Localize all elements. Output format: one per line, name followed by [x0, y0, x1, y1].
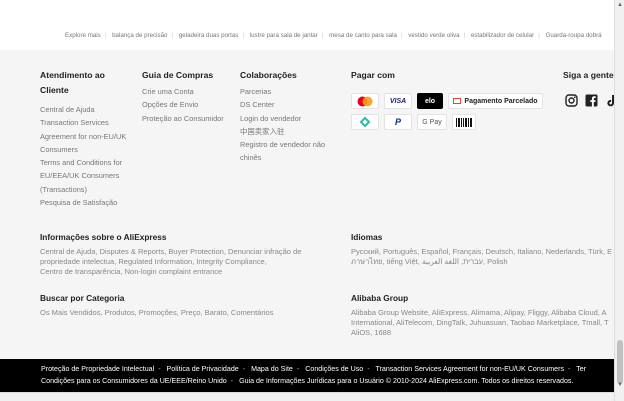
col-title: Pagar com: [351, 70, 395, 80]
legal-links-line-1: Proteção de Propriedade Intelectual - Pol…: [41, 365, 587, 373]
scroll-up-arrow-icon[interactable]: ▲: [617, 2, 623, 8]
explore-link[interactable]: lustre para sala de jantar: [250, 32, 318, 39]
legal-link[interactable]: Condições de Uso: [305, 365, 363, 373]
scroll-down-arrow-icon[interactable]: ▼: [617, 382, 623, 388]
copyright-text: © 2010-2024 AliExpress.com. Todos os dir…: [385, 377, 574, 385]
payment-row-1: VISA elo Pagamento Parcelado: [351, 93, 543, 109]
col-title: Siga a gente:: [563, 70, 614, 80]
visa-icon: VISA: [384, 93, 412, 109]
vertical-scrollbar[interactable]: ▲ ▼: [614, 0, 624, 401]
footer-col-customer-service: Atendimento ao Cliente Central de Ajuda T…: [40, 68, 140, 209]
footer-link[interactable]: Proteção ao Consumidor: [142, 112, 237, 125]
footer-link[interactable]: 中国卖家入驻: [240, 125, 345, 138]
explore-link[interactable]: balança de precisão: [112, 32, 167, 39]
footer-link[interactable]: Crie uma Conta: [142, 85, 237, 98]
paypal-icon: P: [384, 114, 412, 130]
footer-link[interactable]: Opções de Envio: [142, 98, 237, 111]
legal-link[interactable]: Política de Privacidade: [167, 365, 239, 373]
col-title: Colaborações: [240, 70, 297, 80]
scroll-thumb[interactable]: [617, 340, 623, 384]
legal-link[interactable]: Proteção de Propriedade Intelectual: [41, 365, 154, 373]
footer-link[interactable]: Login do vendedor: [240, 112, 345, 125]
explore-link[interactable]: mesa de canto para sala: [329, 32, 397, 39]
footer-link[interactable]: Central de Ajuda: [40, 103, 140, 116]
legal-links-line-2: Condições para os Consumidores da UE/EEE…: [41, 377, 574, 385]
explore-link[interactable]: geladeira duas portas: [179, 32, 239, 39]
legal-link[interactable]: Mapa do Site: [251, 365, 293, 373]
footer-link[interactable]: EU/EEA/UK Consumers: [40, 169, 140, 182]
footer-col-social: Siga a gente:: [563, 68, 614, 83]
col-title: Guia de Compras: [142, 70, 214, 80]
col-title: Atendimento ao Cliente: [40, 70, 105, 95]
instagram-icon[interactable]: [565, 93, 578, 107]
footer-link[interactable]: Registro de vendedor não: [240, 138, 345, 151]
category-title: Buscar por Categoria: [40, 293, 125, 303]
footer-link[interactable]: (Transactions): [40, 183, 140, 196]
mastercard-icon: [351, 93, 379, 109]
tiktok-icon[interactable]: [605, 93, 614, 107]
legal-link[interactable]: Condições para os Consumidores da UE/EEE…: [41, 377, 227, 385]
footer-link[interactable]: Terms and Conditions for: [40, 156, 140, 169]
category-links: Os Mais Vendidos, Produtos, Promoções, P…: [40, 308, 274, 317]
payment-row-2: P G Pay: [351, 114, 476, 130]
footer-col-payment: Pagar com: [351, 68, 395, 83]
footer-link[interactable]: Parcerias: [240, 85, 345, 98]
explore-more-label: Explore mais: [65, 32, 101, 39]
boleto-icon: [452, 114, 476, 130]
alibaba-group-links: Alibaba Group Website, AliExpress, Alima…: [351, 308, 609, 338]
footer-link[interactable]: Transaction Services: [40, 116, 140, 129]
legal-link[interactable]: Transaction Services Agreement for non-E…: [375, 365, 564, 373]
social-icons: [565, 93, 614, 107]
explore-link[interactable]: Guarda-roupa dobrá: [546, 32, 602, 39]
footer-col-partnerships: Colaborações Parcerias DS Center Login d…: [240, 68, 345, 165]
explore-link[interactable]: vestido verde oliva: [408, 32, 459, 39]
footer-link[interactable]: chinês: [240, 151, 345, 164]
footer-link[interactable]: Agreement for non-EU/UK: [40, 130, 140, 143]
footer-link[interactable]: Pesquisa de Satisfação: [40, 196, 140, 209]
facebook-icon[interactable]: [585, 93, 598, 107]
footer-link[interactable]: DS Center: [240, 98, 345, 111]
footer-link[interactable]: Consumers: [40, 143, 140, 156]
pix-icon: [351, 114, 379, 130]
alibaba-group-title: Alibaba Group: [351, 293, 409, 303]
horizontal-scrollbar[interactable]: [0, 392, 614, 401]
footer-col-shopping-guide: Guia de Compras Crie uma Conta Opções de…: [142, 68, 237, 125]
aliexpress-info-links: Central de Ajuda, Disputes & Reports, Bu…: [40, 247, 302, 277]
legal-link[interactable]: Ter: [576, 365, 586, 373]
explore-link[interactable]: estabilizador de celular: [471, 32, 534, 39]
languages-title: Idiomas: [351, 232, 383, 242]
elo-icon: elo: [417, 93, 443, 109]
google-pay-icon: G Pay: [417, 114, 447, 130]
languages-links: Русский, Português, Español, Français, D…: [351, 247, 613, 267]
installment-payment-icon: Pagamento Parcelado: [448, 93, 543, 109]
aliexpress-info-title: Informações sobre o AliExpress: [40, 232, 167, 242]
legal-link[interactable]: Guia de Informações Jurídicas para o Usu…: [239, 377, 384, 385]
legal-footer-bar: Proteção de Propriedade Intelectual - Pol…: [0, 359, 614, 392]
explore-links-row: Explore mais | balança de precisão | gelad…: [65, 32, 602, 39]
